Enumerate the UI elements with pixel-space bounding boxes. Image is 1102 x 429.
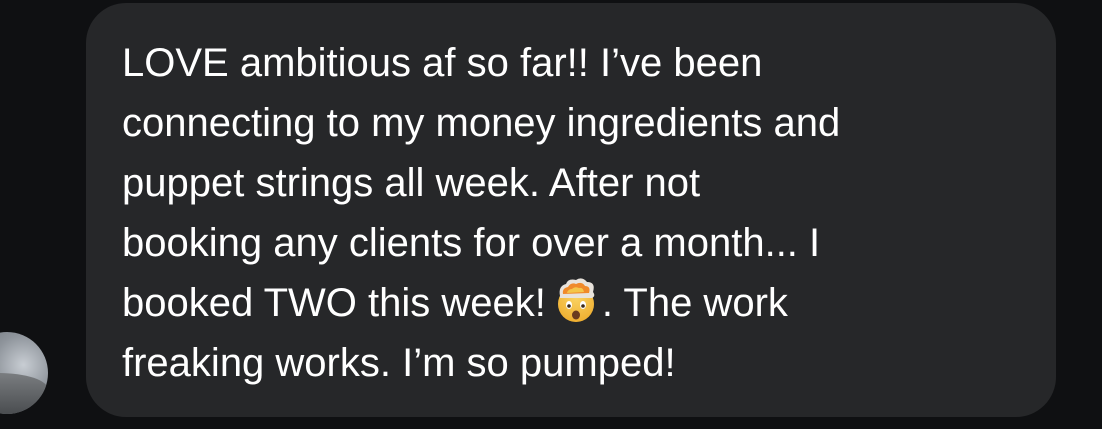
message-bubble[interactable]: LOVE ambitious af so far!! I’ve been con… <box>86 3 1056 417</box>
message-line: freaking works. I’m so pumped! <box>122 341 676 385</box>
message-line-part: booked TWO this week! <box>122 281 546 325</box>
message-line: booked TWO this week! . The work <box>122 273 1032 333</box>
message-thread: LOVE ambitious af so far!! I’ve been con… <box>0 0 1102 429</box>
message-line: LOVE ambitious af so far!! I’ve been <box>122 41 763 85</box>
message-line: puppet strings all week. After not <box>122 161 701 205</box>
message-text: LOVE ambitious af so far!! I’ve been con… <box>122 33 1032 393</box>
avatar[interactable] <box>0 332 48 414</box>
avatar-photo <box>0 373 48 414</box>
message-line-part: . The work <box>601 281 788 325</box>
message-line: booking any clients for over a month... … <box>122 221 821 265</box>
message-line: connecting to my money ingredients and <box>122 101 841 145</box>
exploding-head-icon <box>557 278 595 322</box>
